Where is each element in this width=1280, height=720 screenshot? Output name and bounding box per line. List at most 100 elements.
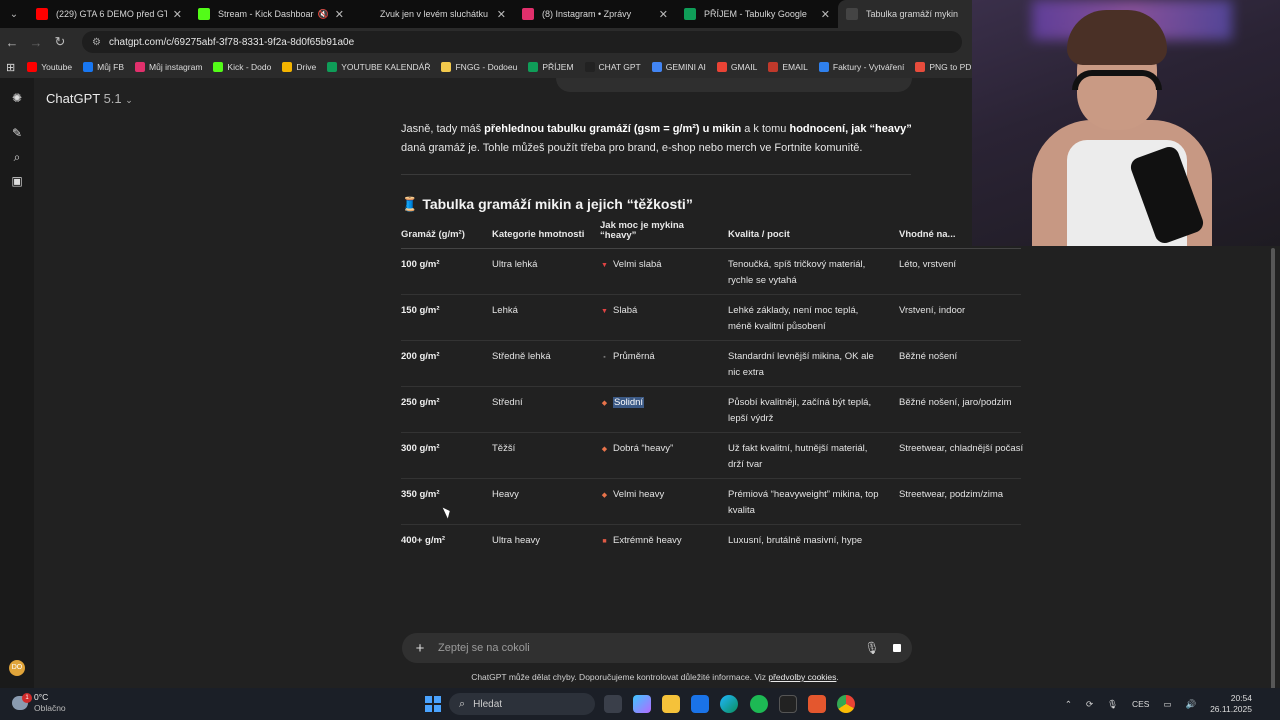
browser-tab[interactable]: Zvuk jen v levém sluchátku ✕ — [352, 0, 514, 28]
divider — [401, 174, 911, 175]
bookmark-item[interactable]: Youtube — [27, 62, 72, 72]
new-chat-icon[interactable]: ✎ — [10, 126, 24, 140]
browser-tab[interactable]: (8) Instagram • Zprávy ✕ — [514, 0, 676, 28]
quality-cell: Tenoučká, spíš tričkový materiál, rychle… — [728, 259, 866, 286]
bookmark-item[interactable]: GMAIL — [716, 62, 757, 72]
mute-icon[interactable]: 🔇 — [318, 9, 329, 20]
spotify-icon[interactable] — [750, 695, 768, 713]
quality-cell: Působí kvalitněji, začíná být teplá, lep… — [728, 397, 872, 424]
browser-tab[interactable]: Stream - Kick Dashboard 🔇 ✕ — [190, 0, 352, 28]
microphone-icon[interactable]: 🎙 — [862, 641, 882, 655]
close-icon[interactable]: ✕ — [497, 8, 506, 21]
search-icon: ⌕ — [459, 697, 466, 710]
bookmark-item[interactable]: Drive — [282, 62, 316, 72]
heavy-cell: ◆ Solidní — [600, 395, 645, 412]
gsm-cell: 250 g/m² — [401, 397, 440, 408]
bookmark-label: PŘÍJEM — [542, 62, 574, 72]
reload-icon[interactable]: ↻ — [48, 34, 72, 50]
heavy-label: Průměrná — [613, 351, 655, 362]
disclaimer: ChatGPT může dělat chyby. Doporučujeme k… — [0, 672, 1280, 682]
heavy-label: Extrémně heavy — [613, 535, 682, 546]
system-tray: ⌃ ⟳ 🎙 CES ▭ 🔊 20:54 26.11.2025 — [1065, 688, 1280, 720]
heavy-label: Solidní — [613, 397, 645, 408]
clock[interactable]: 20:54 26.11.2025 — [1210, 693, 1252, 715]
weather-widget[interactable]: 1 0°C Oblačno — [12, 692, 66, 714]
obs-icon[interactable] — [808, 695, 826, 713]
browser-tab[interactable]: PŘÍJEM - Tabulky Google ✕ — [676, 0, 838, 28]
terminal-icon[interactable] — [779, 695, 797, 713]
close-icon[interactable]: ✕ — [659, 8, 668, 21]
sync-icon[interactable]: ⟳ — [1086, 699, 1093, 710]
stop-button[interactable] — [882, 633, 912, 663]
copilot-icon[interactable] — [633, 695, 651, 713]
bookmark-item[interactable]: Faktury - Vytváření — [818, 62, 904, 72]
model-selector[interactable]: ChatGPT 5.1 ⌄ — [46, 91, 133, 106]
headset — [1072, 70, 1162, 90]
chevron-up-icon[interactable]: ⌃ — [1065, 699, 1072, 710]
bookmark-favicon-icon — [651, 62, 662, 72]
heavy-cell: ◆ Velmi heavy — [600, 487, 664, 504]
close-icon[interactable]: ✕ — [821, 8, 830, 21]
add-attachment-icon[interactable]: + — [402, 640, 438, 657]
table-row: 150 g/m² Lehká ▼ Slabá Lehké základy, není m… — [401, 295, 1021, 341]
bookmark-item[interactable]: Můj FB — [83, 62, 124, 72]
bookmark-favicon-icon — [584, 62, 595, 72]
url-field[interactable]: ⚙ chatgpt.com/c/69275abf-3f78-8331-9f2a-… — [82, 31, 962, 53]
close-icon[interactable]: ✕ — [173, 8, 182, 21]
model-version: 5.1 — [103, 91, 122, 106]
quality-cell: Už fakt kvalitní, hutnější materiál, drž… — [728, 443, 868, 470]
rating-marker-icon: ■ — [602, 538, 607, 545]
openai-logo-icon[interactable]: ✺ — [10, 91, 24, 105]
tab-search-icon[interactable]: ⌄ — [0, 0, 28, 28]
library-icon[interactable]: ▣ — [10, 174, 24, 188]
tab-title: (8) Instagram • Zprávy — [542, 9, 632, 19]
bookmark-item[interactable]: EMAIL — [768, 62, 808, 72]
bookmark-item[interactable]: Můj instagram — [135, 62, 202, 72]
use-cell: Léto, vrstvení — [899, 259, 957, 270]
chrome-icon[interactable] — [837, 695, 855, 713]
bookmark-label: PNG to PDF — [929, 62, 977, 72]
page-scrollbar[interactable] — [1271, 248, 1275, 698]
bookmark-favicon-icon — [716, 62, 727, 72]
volume-icon[interactable]: 🔊 — [1185, 699, 1196, 710]
site-info-icon[interactable]: ⚙ — [92, 37, 101, 48]
category-cell: Středně lehká — [492, 351, 551, 362]
close-icon[interactable]: ✕ — [335, 8, 344, 21]
rating-marker-icon: ◆ — [601, 492, 608, 499]
notification-badge: 1 — [22, 693, 32, 703]
taskbar-search[interactable]: ⌕ Hledat — [449, 693, 595, 715]
apps-grid-icon[interactable]: ⊞ — [6, 61, 15, 74]
bookmark-item[interactable]: GEMINI AI — [651, 62, 706, 72]
tab-title: Stream - Kick Dashboard — [218, 9, 314, 19]
outlook-icon[interactable] — [691, 695, 709, 713]
table-row: 400+ g/m² Ultra heavy ■ Extrémně heavy Luxus… — [401, 525, 1021, 571]
bookmark-label: Youtube — [41, 62, 73, 72]
network-icon[interactable]: ▭ — [1163, 699, 1171, 710]
bookmark-item[interactable]: PNG to PDF — [915, 62, 977, 72]
category-cell: Těžší — [492, 443, 516, 454]
browser-tab[interactable]: (229) GTA 6 DEMO před GTA 6! ✕ — [28, 0, 190, 28]
back-icon[interactable]: ← — [0, 35, 24, 50]
forward-icon[interactable]: → — [24, 35, 48, 50]
category-cell: Ultra lehká — [492, 259, 538, 270]
cookies-link[interactable]: předvolby cookies — [768, 672, 836, 682]
search-chats-icon[interactable]: ⌕ — [10, 150, 24, 164]
bookmark-item[interactable]: FNGG - Dodoeu — [441, 62, 517, 72]
start-icon[interactable] — [425, 696, 441, 712]
sidebar-rail: ✺ ✎ ⌕ ▣ — [0, 78, 34, 688]
language-indicator[interactable]: CES — [1132, 699, 1149, 709]
bookmark-item[interactable]: YOUTUBE KALENDÁŘ — [327, 62, 430, 72]
bookmark-item[interactable]: CHAT GPT — [584, 62, 641, 72]
use-cell: Běžné nošení — [899, 351, 958, 362]
bookmark-item[interactable]: PŘÍJEM — [528, 62, 574, 72]
bookmark-item[interactable]: Kick - Dodo — [213, 62, 271, 72]
file-explorer-icon[interactable] — [662, 695, 680, 713]
disclaimer-text: ChatGPT může dělat chyby. Doporučujeme k… — [471, 672, 769, 682]
edge-icon[interactable] — [720, 695, 738, 713]
quality-cell: Prémiová “heavyweight” mikina, top kvali… — [728, 489, 879, 516]
heavy-cell: ▼ Velmi slabá — [600, 257, 662, 274]
mic-tray-icon[interactable]: 🎙 — [1107, 699, 1118, 710]
prompt-input[interactable]: Zeptej se na cokoli — [438, 642, 862, 654]
task-view-icon[interactable] — [604, 695, 622, 713]
heavy-cell: ▪ Průměrná — [600, 349, 655, 366]
